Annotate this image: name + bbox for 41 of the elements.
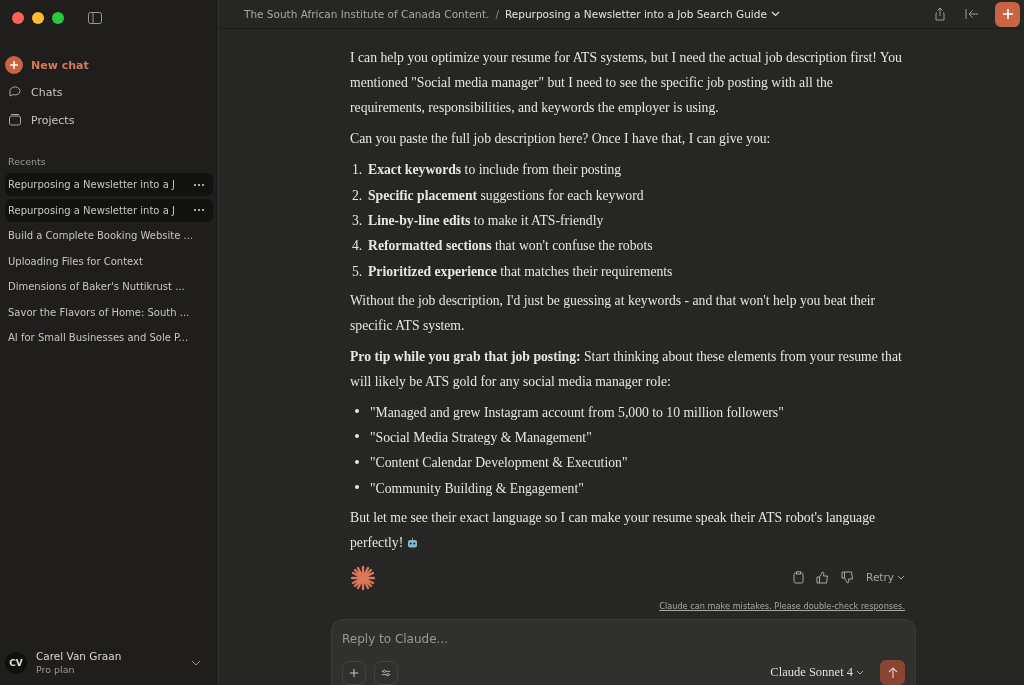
user-name: Carel Van Graan <box>36 650 123 662</box>
list-number: 5. <box>352 262 364 281</box>
list-item: Reformatted sections that won't confuse the robots <box>368 237 653 256</box>
list-item: Specific placement suggestions for each keyword <box>368 186 644 205</box>
retry-button[interactable]: Retry <box>866 565 905 590</box>
chat-title-button[interactable]: Repurposing a Newsletter into a Job Search Guide <box>505 8 780 21</box>
recent-chat[interactable]: Repurposing a Newsletter into a J <box>5 173 213 196</box>
recent-chat[interactable]: Repurposing a Newsletter into a J <box>5 198 213 222</box>
list-item: "Community Building & Engagement" <box>370 479 584 498</box>
nav-item[interactable]: Projects <box>5 106 213 134</box>
reply-input-field[interactable]: Reply to Claude... Claude Sonnet 4 <box>331 619 916 685</box>
recent-chat[interactable]: Uploading Files for Context <box>5 249 213 273</box>
breadcrumb-separator: / <box>495 8 499 21</box>
list-number: 4. <box>352 237 364 256</box>
list-item: "Content Calendar Development & Execution" <box>370 454 628 473</box>
message-paragraph: I can help you optimize your resume for ATS systems, but I need the actual job description first! You mentioned "Social media manager" but I need to see the specific job posting with all the requirements, responsibilities, and keywords the employer is using. <box>350 49 903 118</box>
nav-item[interactable]: Chats <box>5 78 213 106</box>
list-item: Exact keywords to include from their posting <box>368 161 622 180</box>
message-paragraph: Without the job description, I'd just be guessing at keywords - and that won't help you beat their specific ATS system. <box>350 291 877 335</box>
recent-chat[interactable]: Savor the Flavors of Home: South ... <box>5 300 213 324</box>
recents-heading: Recents <box>8 156 47 167</box>
model-selector[interactable]: Claude Sonnet 4 <box>770 665 864 680</box>
list-number: 3. <box>352 211 364 230</box>
project-link[interactable]: The South African Institute of Canada Content. <box>244 8 490 21</box>
message-paragraph: Can you paste the full job description here? Once I have that, I can give you: <box>350 130 772 149</box>
list-item: "Social Media Strategy & Management" <box>370 429 592 448</box>
recent-chat[interactable]: Dimensions of Baker's Nuttikrust ... <box>5 275 213 298</box>
list-item: "Managed and grew Instagram account from 5,000 to 10 million followers" <box>370 403 784 422</box>
list-item: Prioritized experience that matches their requirements <box>368 262 673 281</box>
message-paragraph: But let me see their exact language so I can make your resume speak their ATS robot's language perfectly! <box>350 509 877 552</box>
recent-chat[interactable]: Build a Complete Booking Website ... <box>5 224 213 247</box>
disclaimer-link[interactable]: Claude can make mistakes. Please double-check responses. <box>659 594 905 619</box>
list-item: Line-by-line edits to make it ATS-friendly <box>368 211 604 230</box>
user-avatar: CV <box>5 651 27 674</box>
list-number: 1. <box>352 161 364 180</box>
user-plan: Pro plan <box>36 664 76 675</box>
new-chat-button[interactable]: New chat <box>5 52 213 78</box>
recent-chat[interactable]: AI for Small Businesses and Sole P... <box>5 326 213 349</box>
list-number: 2. <box>352 186 364 205</box>
user-menu[interactable]: CV Carel Van Graan Pro plan <box>5 642 213 683</box>
message-paragraph: Pro tip while you grab that job posting: Start thinking about these elements from your resume that will likely be ATS gold for any social media manager role: <box>350 347 903 391</box>
